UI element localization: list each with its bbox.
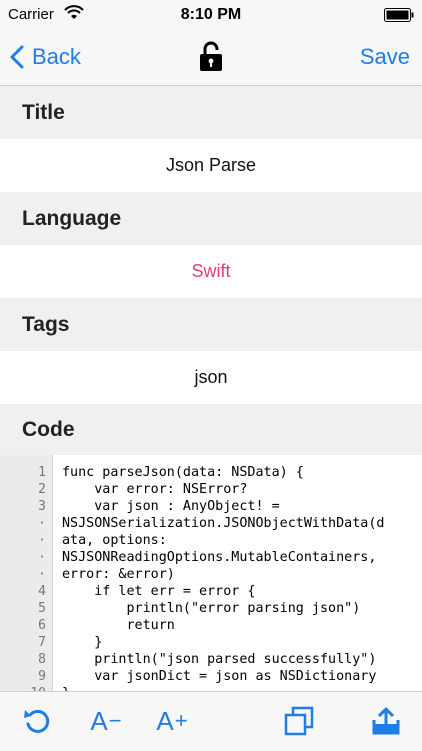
share-icon [372,707,400,735]
code-line: 4 if let err = error { [0,583,422,600]
code-line: 7 } [0,634,422,651]
code-text: var error: NSError? [62,482,248,497]
font-increase-sign: + [174,708,188,733]
title-section-header: Title [0,86,422,139]
decrease-font-button[interactable]: A − [86,704,126,738]
code-editor[interactable]: 1 func parseJson(data: NSData) { 2 var er… [0,455,422,691]
code-text: func parseJson(data: NSData) { [62,465,304,480]
line-number: 7 [38,635,46,650]
code-line: 6 return [0,617,422,634]
back-button[interactable]: Back [10,42,81,72]
language-section-header: Language [0,192,422,245]
unlock-icon[interactable] [197,40,225,72]
copy-button[interactable] [282,704,316,738]
line-number: · [38,533,46,548]
code-text: println("error parsing json") [62,601,361,616]
code-text: error: &error) [62,567,175,582]
code-line: 3 var json : AnyObject! = [0,498,422,515]
font-decrease-letter: A [90,705,108,736]
code-line: 9 var jsonDict = json as NSDictionary [0,668,422,685]
title-value[interactable]: Json Parse [0,139,422,192]
back-label: Back [32,44,81,69]
code-line: · ata, options: [0,532,422,549]
line-number: · [38,550,46,565]
line-number: 9 [38,669,46,684]
line-number: · [38,567,46,582]
language-value[interactable]: Swift [0,245,422,298]
font-increase-letter: A [156,705,174,736]
line-number: 1 [38,465,46,480]
code-text: var json : AnyObject! = [62,499,280,514]
code-text: NSJSONSerialization.JSONObjectWithData(d [62,516,385,531]
code-text: if let err = error { [62,584,256,599]
code-line: · error: &error) [0,566,422,583]
line-number: 3 [38,499,46,514]
status-time: 8:10 PM [180,6,242,23]
code-line: · NSJSONReadingOptions.MutableContainers, [0,549,422,566]
navigation-bar: Back Save [0,30,422,86]
code-line: 2 var error: NSError? [0,481,422,498]
code-line: 1 func parseJson(data: NSData) { [0,464,422,481]
battery-icon [384,8,414,22]
line-number: 2 [38,482,46,497]
code-text: return [62,618,175,633]
code-text: } [62,635,103,650]
code-text: NSJSONReadingOptions.MutableContainers, [62,550,377,565]
bottom-toolbar: A − A + [0,691,422,751]
code-line: 5 println("error parsing json") [0,600,422,617]
code-text: ata, options: [62,533,167,548]
tags-section-header: Tags [0,298,422,351]
save-button[interactable]: Save [360,44,410,70]
line-number: 4 [38,584,46,599]
copy-icon [284,706,314,736]
line-number: 6 [38,618,46,633]
code-text: println("json parsed successfully") [62,652,377,667]
share-button[interactable] [368,704,404,738]
chevron-left-icon [10,45,24,69]
line-number: · [38,516,46,531]
code-text: var jsonDict = json as NSDictionary [62,669,377,684]
line-number: 5 [38,601,46,616]
status-bar: Carrier 8:10 PM [0,0,422,30]
undo-button[interactable] [20,704,54,738]
font-decrease-sign: − [108,708,122,733]
increase-font-button[interactable]: A + [152,704,192,738]
code-section-header: Code [0,404,422,455]
undo-icon [24,709,50,733]
code-line: · NSJSONSerialization.JSONObjectWithData(… [0,515,422,532]
tags-value[interactable]: json [0,351,422,404]
code-line: 8 println("json parsed successfully") [0,651,422,668]
line-number: 8 [38,652,46,667]
